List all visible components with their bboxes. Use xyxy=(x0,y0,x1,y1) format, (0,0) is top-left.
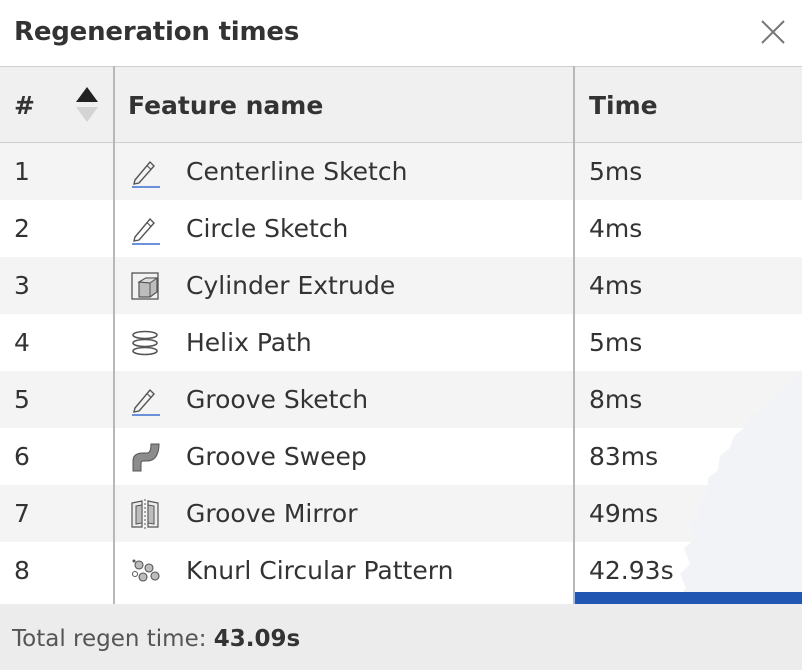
feature-time: 5ms xyxy=(589,157,643,186)
mirror-icon xyxy=(128,485,162,542)
dialog-title: Regeneration times xyxy=(14,17,300,47)
row-number: 4 xyxy=(14,328,30,357)
table-header: # Feature name Time xyxy=(0,66,802,143)
table-row[interactable]: 8 Knurl Circular Pattern 42.93s xyxy=(0,542,802,599)
total-regen-time: Total regen time: 43.09s xyxy=(12,626,300,652)
sketch-pencil-icon xyxy=(128,143,162,200)
column-header-feature-name-label: Feature name xyxy=(128,90,324,120)
row-number: 1 xyxy=(14,157,30,186)
extrude-icon xyxy=(128,257,162,314)
feature-name: Cylinder Extrude xyxy=(186,271,396,300)
feature-name: Groove Sketch xyxy=(186,385,369,414)
table-row[interactable]: 7 Groove Mirror 49ms xyxy=(0,485,802,542)
dialog-header: Regeneration times xyxy=(0,0,802,66)
feature-name: Knurl Circular Pattern xyxy=(186,556,454,585)
close-icon[interactable] xyxy=(757,16,789,48)
sketch-pencil-icon xyxy=(128,200,162,257)
sketch-pencil-icon xyxy=(128,371,162,428)
total-regen-time-value: 43.09s xyxy=(213,626,301,652)
circular-pattern-icon xyxy=(128,542,162,599)
column-header-time[interactable]: Time xyxy=(589,67,789,143)
column-header-time-label: Time xyxy=(589,90,658,120)
row-number: 2 xyxy=(14,214,30,243)
feature-name: Helix Path xyxy=(186,328,312,357)
feature-name: Groove Mirror xyxy=(186,499,358,528)
column-divider[interactable] xyxy=(573,66,575,604)
feature-time: 5ms xyxy=(589,328,643,357)
table-row[interactable]: 2 Circle Sketch 4ms xyxy=(0,200,802,257)
table-row[interactable]: 5 Groove Sketch 8ms xyxy=(0,371,802,428)
feature-time: 42.93s xyxy=(589,556,674,585)
column-header-feature-name[interactable]: Feature name xyxy=(128,67,568,143)
feature-time: 8ms xyxy=(589,385,643,414)
regeneration-table: # Feature name Time 1 Centerline Sketch … xyxy=(0,66,802,670)
column-header-number-label: # xyxy=(14,90,35,120)
table-row[interactable]: 6 Groove Sweep 83ms xyxy=(0,428,802,485)
feature-time: 83ms xyxy=(589,442,659,471)
sort-ascending-icon[interactable] xyxy=(74,85,100,125)
dialog-footer: Total regen time: 43.09s xyxy=(0,604,802,670)
sweep-icon xyxy=(128,428,162,485)
feature-time: 49ms xyxy=(589,499,659,528)
time-proportion-bar xyxy=(575,592,802,604)
total-regen-time-label: Total regen time: xyxy=(12,626,207,652)
helix-icon xyxy=(128,314,162,371)
feature-name: Groove Sweep xyxy=(186,442,367,471)
table-row[interactable]: 1 Centerline Sketch 5ms xyxy=(0,143,802,200)
row-number: 3 xyxy=(14,271,30,300)
row-number: 5 xyxy=(14,385,30,414)
feature-time: 4ms xyxy=(589,214,643,243)
feature-name: Centerline Sketch xyxy=(186,157,408,186)
feature-time: 4ms xyxy=(589,271,643,300)
column-divider xyxy=(113,66,115,604)
table-row[interactable]: 4 Helix Path 5ms xyxy=(0,314,802,371)
row-number: 7 xyxy=(14,499,30,528)
table-row[interactable]: 3 Cylinder Extrude 4ms xyxy=(0,257,802,314)
feature-name: Circle Sketch xyxy=(186,214,349,243)
row-number: 6 xyxy=(14,442,30,471)
row-number: 8 xyxy=(14,556,30,585)
